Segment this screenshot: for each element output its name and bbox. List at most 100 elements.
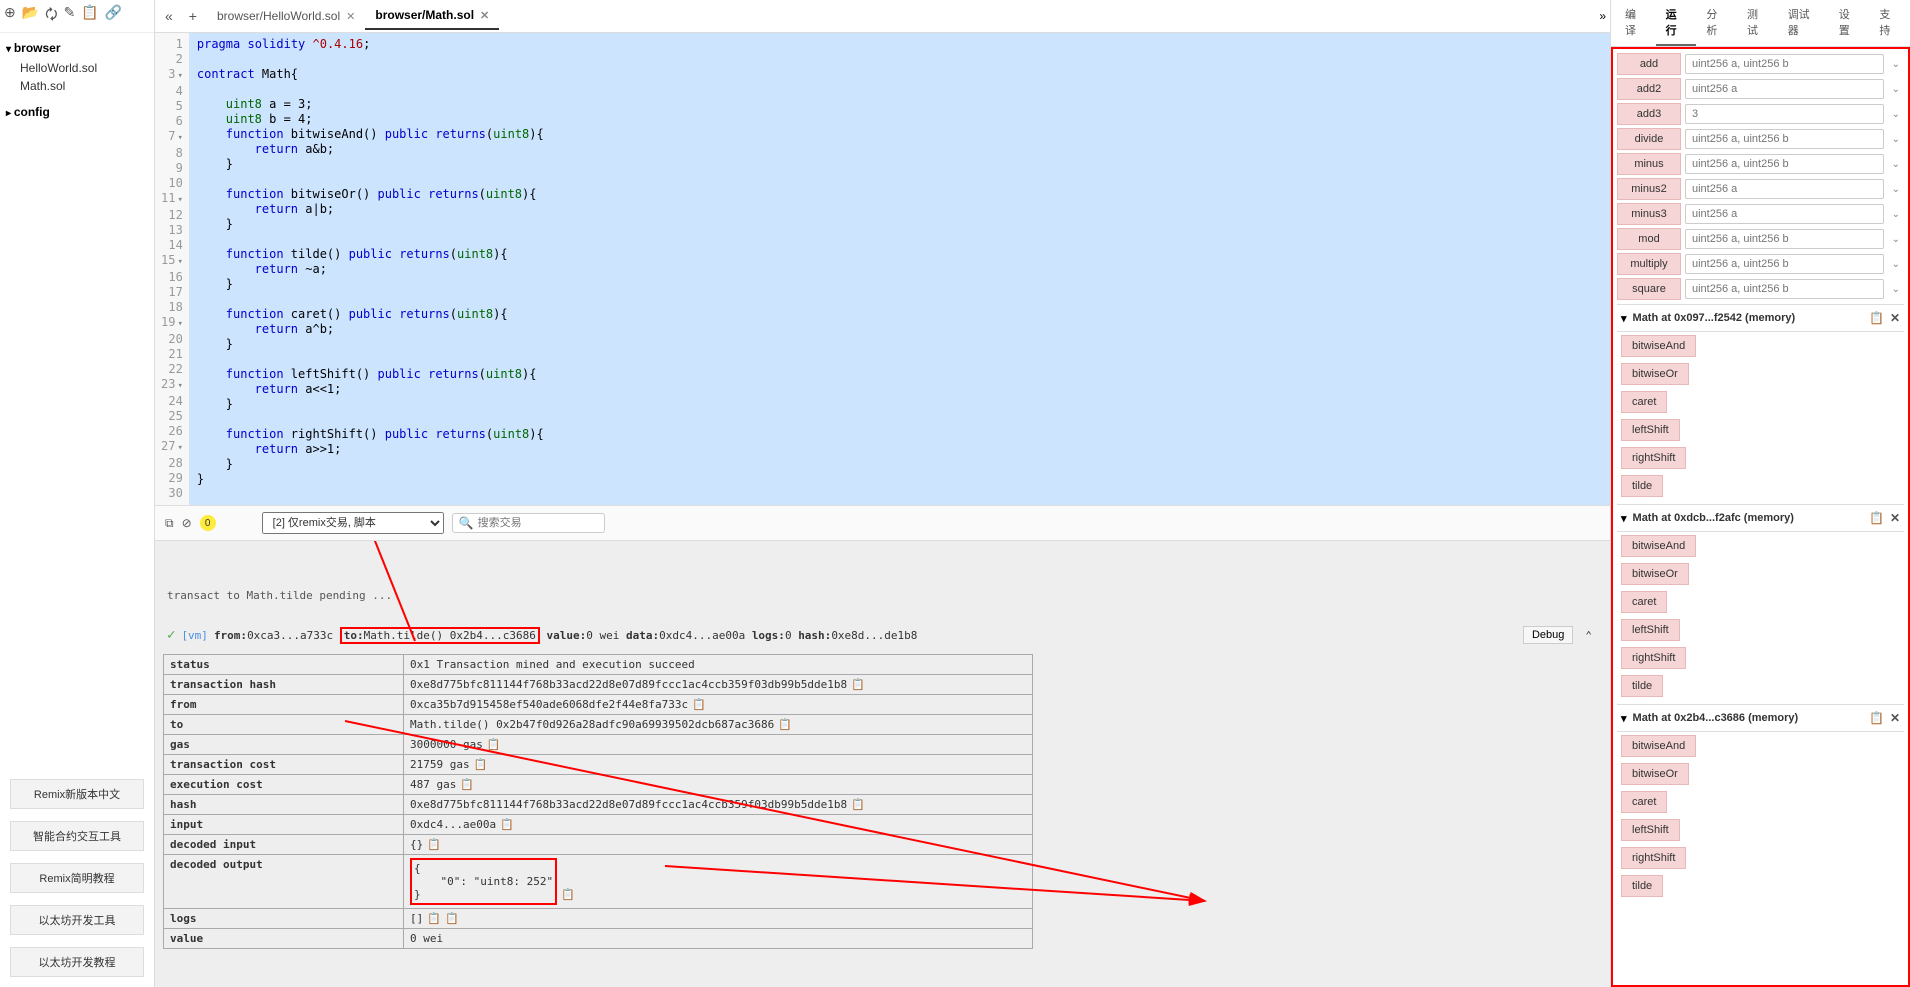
instance-function-button[interactable]: bitwiseOr — [1621, 363, 1689, 385]
copy-icon[interactable]: 📋 — [460, 778, 474, 791]
close-instance-icon[interactable]: ✕ — [1890, 511, 1900, 525]
function-input[interactable] — [1685, 54, 1884, 74]
chevron-down-icon[interactable]: ⌄ — [1888, 259, 1904, 270]
instance-function-button[interactable]: bitwiseOr — [1621, 563, 1689, 585]
function-input[interactable] — [1685, 204, 1884, 224]
function-input[interactable] — [1685, 179, 1884, 199]
copy-icon[interactable]: 📋 — [427, 838, 441, 851]
footer-link[interactable]: 以太坊开发工具 — [10, 905, 144, 935]
instance-function-button[interactable]: caret — [1621, 391, 1667, 413]
chevron-down-icon[interactable]: ⌄ — [1888, 59, 1904, 70]
function-button[interactable]: minus — [1617, 153, 1681, 175]
instance-function-button[interactable]: rightShift — [1621, 447, 1686, 469]
instance-function-button[interactable]: leftShift — [1621, 619, 1680, 641]
right-tab[interactable]: 支持 — [1869, 0, 1910, 46]
function-input[interactable] — [1685, 254, 1884, 274]
right-tab[interactable]: 运行 — [1656, 0, 1697, 46]
function-button[interactable]: mod — [1617, 228, 1681, 250]
close-tab-icon[interactable]: ✕ — [346, 10, 355, 23]
function-button[interactable]: add2 — [1617, 78, 1681, 100]
editor-tab[interactable]: browser/Math.sol✕ — [365, 2, 499, 30]
instance-function-button[interactable]: bitwiseAnd — [1621, 335, 1696, 357]
function-button[interactable]: multiply — [1617, 253, 1681, 275]
copy-icon[interactable]: 📋 — [445, 912, 459, 925]
copy-icon[interactable]: 📋 — [500, 818, 514, 831]
close-instance-icon[interactable]: ✕ — [1890, 711, 1900, 725]
folder-config[interactable]: config — [6, 105, 148, 119]
copy-icon[interactable]: 📋 — [851, 798, 865, 811]
chevron-down-icon[interactable]: ⌄ — [1888, 184, 1904, 195]
file-helloworld[interactable]: HelloWorld.sol — [6, 59, 148, 77]
copy-icon[interactable]: 📋 — [692, 698, 706, 711]
add-tab-icon[interactable]: + — [183, 6, 203, 26]
gist-icon[interactable]: ✎ — [64, 4, 76, 28]
copy-address-icon[interactable]: 📋 — [1869, 711, 1884, 725]
right-tab[interactable]: 设置 — [1829, 0, 1870, 46]
function-button[interactable]: minus2 — [1617, 178, 1681, 200]
debug-button[interactable]: Debug — [1523, 626, 1573, 644]
chevron-down-icon[interactable]: ⌄ — [1888, 109, 1904, 120]
instance-header[interactable]: ▾Math at 0xdcb...f2afc (memory)📋✕ — [1617, 504, 1904, 532]
function-button[interactable]: add3 — [1617, 103, 1681, 125]
link-icon[interactable]: 🔗 — [105, 4, 122, 28]
copy-icon[interactable]: 📋 — [427, 912, 441, 925]
instance-function-button[interactable]: bitwiseAnd — [1621, 735, 1696, 757]
copy-icon[interactable]: 📋 — [474, 758, 488, 771]
file-math[interactable]: Math.sol — [6, 77, 148, 95]
function-button[interactable]: square — [1617, 278, 1681, 300]
github-icon[interactable]: 🗘 — [45, 4, 58, 28]
instance-toggle-icon[interactable]: ▾ — [1621, 512, 1627, 525]
right-tab[interactable]: 分析 — [1696, 0, 1737, 46]
instance-header[interactable]: ▾Math at 0x2b4...c3686 (memory)📋✕ — [1617, 704, 1904, 732]
close-instance-icon[interactable]: ✕ — [1890, 311, 1900, 325]
right-tab[interactable]: 调试器 — [1778, 0, 1829, 46]
chevron-down-icon[interactable]: ⌄ — [1888, 84, 1904, 95]
right-tab[interactable]: 编译 — [1615, 0, 1656, 46]
copy-address-icon[interactable]: 📋 — [1869, 311, 1884, 325]
instance-function-button[interactable]: leftShift — [1621, 419, 1680, 441]
copy-icon[interactable]: 📋 — [851, 678, 865, 691]
function-input[interactable] — [1685, 129, 1884, 149]
search-input[interactable] — [478, 517, 598, 529]
collapse-tabs-icon[interactable]: « — [159, 6, 179, 26]
instance-function-button[interactable]: tilde — [1621, 875, 1663, 897]
instance-function-button[interactable]: rightShift — [1621, 647, 1686, 669]
function-button[interactable]: add — [1617, 53, 1681, 75]
chevron-down-icon[interactable]: ⌄ — [1888, 284, 1904, 295]
code-editor[interactable]: 1234567891011121314151617181920212223242… — [155, 33, 1610, 505]
editor-tab[interactable]: browser/HelloWorld.sol✕ — [207, 2, 365, 30]
close-tab-icon[interactable]: ✕ — [480, 9, 489, 22]
copy-icon[interactable]: 📋 — [561, 888, 575, 901]
console-toggle-icon[interactable]: ⧉ — [165, 516, 174, 531]
instance-function-button[interactable]: bitwiseAnd — [1621, 535, 1696, 557]
share-icon[interactable]: 📋 — [81, 4, 98, 28]
new-file-icon[interactable]: ⊕ — [4, 4, 16, 28]
collapse-icon[interactable]: ⌃ — [1579, 629, 1598, 642]
footer-link[interactable]: 智能合约交互工具 — [10, 821, 144, 851]
function-input[interactable] — [1685, 279, 1884, 299]
copy-icon[interactable]: 📋 — [487, 738, 501, 751]
function-button[interactable]: minus3 — [1617, 203, 1681, 225]
chevron-down-icon[interactable]: ⌄ — [1888, 159, 1904, 170]
instance-function-button[interactable]: tilde — [1621, 675, 1663, 697]
instance-header[interactable]: ▾Math at 0x097...f2542 (memory)📋✕ — [1617, 304, 1904, 332]
instance-function-button[interactable]: tilde — [1621, 475, 1663, 497]
transaction-filter-select[interactable]: [2] 仅remix交易, 脚本 — [262, 512, 444, 534]
copy-address-icon[interactable]: 📋 — [1869, 511, 1884, 525]
instance-function-button[interactable]: bitwiseOr — [1621, 763, 1689, 785]
instance-function-button[interactable]: caret — [1621, 591, 1667, 613]
instance-function-button[interactable]: leftShift — [1621, 819, 1680, 841]
console[interactable]: transact to Math.tilde pending ... ✓ [vm… — [155, 541, 1610, 987]
instance-function-button[interactable]: rightShift — [1621, 847, 1686, 869]
right-tab[interactable]: 测试 — [1737, 0, 1778, 46]
instance-toggle-icon[interactable]: ▾ — [1621, 712, 1627, 725]
function-input[interactable] — [1685, 104, 1884, 124]
tx-summary-row[interactable]: ✓ [vm] from:0xca3...a733c to:Math.tilde(… — [163, 622, 1602, 648]
function-input[interactable] — [1685, 79, 1884, 99]
chevron-down-icon[interactable]: ⌄ — [1888, 134, 1904, 145]
folder-open-icon[interactable]: 📂 — [22, 4, 39, 28]
footer-link[interactable]: Remix新版本中文 — [10, 779, 144, 809]
code-area[interactable]: pragma solidity ^0.4.16; contract Math{ … — [189, 33, 1610, 505]
chevron-down-icon[interactable]: ⌄ — [1888, 234, 1904, 245]
folder-browser[interactable]: browser — [6, 41, 148, 55]
